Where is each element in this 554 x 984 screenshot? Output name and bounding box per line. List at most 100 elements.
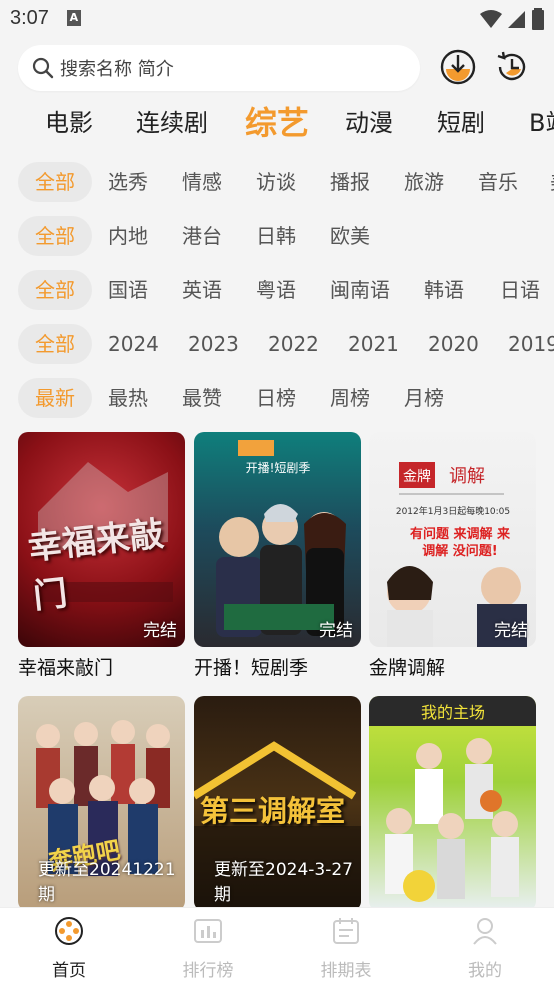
nav-label: 排行榜 — [182, 961, 234, 981]
status-badge: 完结 — [143, 621, 177, 641]
filter-type-all[interactable]: 全部 — [18, 162, 92, 202]
svg-text:调解: 调解 — [449, 466, 485, 487]
filter-year-2024[interactable]: 2024 — [108, 324, 159, 364]
sort-most-liked[interactable]: 最赞 — [182, 378, 222, 418]
status-time: 3:07 — [10, 6, 49, 29]
status-badge: 完结 — [494, 621, 528, 641]
card-title[interactable]: 幸福来敲门 — [18, 653, 185, 680]
status-badge: 完结 — [319, 621, 353, 641]
filter-year-2021[interactable]: 2021 — [348, 324, 399, 364]
filter-lang-japanese[interactable]: 日语 — [500, 270, 540, 310]
tab-anime[interactable]: 动漫 — [345, 95, 393, 151]
filter-year-2019[interactable]: 2019 — [508, 324, 554, 364]
tab-movie[interactable]: 电影 — [45, 95, 93, 151]
svg-text:2012年1月3日起每晚10:05: 2012年1月3日起每晚10:05 — [396, 505, 510, 517]
sort-hottest[interactable]: 最热 — [108, 378, 148, 418]
category-tabs: 电影 连续剧 综艺 动漫 短剧 B站 — [0, 95, 554, 151]
show-card[interactable]: 幸福来敲门 完结 幸福来敲门 — [18, 432, 185, 680]
nav-label: 首页 — [52, 961, 86, 981]
nav-home[interactable]: 首页 — [19, 916, 119, 981]
filter-region-mainland[interactable]: 内地 — [108, 216, 148, 256]
poster[interactable]: 开播!短剧季 完结 — [194, 432, 361, 647]
poster[interactable]: 奔跑吧 更新至20241221期 — [18, 696, 185, 911]
poster-subtitle: 有问题 来调解 来调解 没问题! — [409, 527, 511, 559]
wifi-icon — [480, 10, 502, 28]
show-card[interactable]: 奔跑吧 更新至20241221期 — [18, 696, 185, 917]
tab-short-drama[interactable]: 短剧 — [437, 95, 485, 151]
poster-title-art: 幸福来敲门 — [26, 514, 166, 617]
signal-icon — [508, 11, 525, 28]
sort-daily[interactable]: 日榜 — [256, 378, 296, 418]
poster[interactable]: 第三调解室 更新至2024-3-27期 — [194, 696, 361, 911]
show-card[interactable]: 我的主场 — [369, 696, 536, 917]
filter-year-2020[interactable]: 2020 — [428, 324, 479, 364]
filter-lang-mandarin[interactable]: 国语 — [108, 270, 148, 310]
search-input[interactable]: 搜索名称 简介 — [18, 45, 420, 91]
filter-lang-korean[interactable]: 韩语 — [424, 270, 464, 310]
profile-icon — [473, 918, 497, 945]
tab-series[interactable]: 连续剧 — [136, 95, 208, 151]
filter-lang-minnan[interactable]: 闽南语 — [330, 270, 390, 310]
bottom-nav: 首页 排行榜 排期表 我的 — [0, 907, 554, 984]
show-card[interactable]: 开播!短剧季 完结 开播！短剧季 — [194, 432, 361, 680]
filter-region-jpkr[interactable]: 日韩 — [256, 216, 296, 256]
status-bar: 3:07 A — [0, 0, 554, 36]
filter-region-hktw[interactable]: 港台 — [182, 216, 222, 256]
filter-type-music[interactable]: 音乐 — [478, 162, 518, 202]
tab-variety[interactable]: 综艺 — [245, 95, 309, 151]
card-title[interactable]: 金牌调解 — [369, 653, 536, 680]
nav-ranking[interactable]: 排行榜 — [158, 916, 258, 981]
filter-region-west[interactable]: 欧美 — [330, 216, 370, 256]
filter-row-region: 全部 内地 港台 日韩 欧美 — [0, 216, 554, 260]
sort-latest[interactable]: 最新 — [18, 378, 92, 418]
filter-type-talent[interactable]: 选秀 — [108, 162, 148, 202]
filter-row-type: 全部 选秀 情感 访谈 播报 旅游 音乐 美 — [0, 162, 554, 206]
svg-text:我的主场: 我的主场 — [421, 703, 485, 722]
status-badge: 更新至20241221期 — [38, 860, 176, 905]
nav-schedule[interactable]: 排期表 — [296, 916, 396, 981]
poster-title-art: 第三调解室 — [200, 794, 346, 828]
filter-row-year: 全部 2024 2023 2022 2021 2020 2019 — [0, 324, 554, 368]
poster[interactable]: 金牌 调解 2012年1月3日起每晚10:05 有问题 来调解 来调解 没问题!… — [369, 432, 536, 647]
download-icon[interactable] — [440, 49, 476, 85]
filter-row-language: 全部 国语 英语 粤语 闽南语 韩语 日语 — [0, 270, 554, 314]
filter-year-2023[interactable]: 2023 — [188, 324, 239, 364]
filter-year-2022[interactable]: 2022 — [268, 324, 319, 364]
history-icon[interactable] — [494, 49, 530, 85]
show-card[interactable]: 第三调解室 更新至2024-3-27期 — [194, 696, 361, 917]
sort-weekly[interactable]: 周榜 — [330, 378, 370, 418]
status-badge: 更新至2024-3-27期 — [214, 860, 353, 905]
tab-bilibili[interactable]: B站 — [529, 95, 554, 151]
sort-monthly[interactable]: 月榜 — [404, 378, 444, 418]
poster[interactable]: 我的主场 — [369, 696, 536, 911]
notification-icon: A — [66, 10, 81, 26]
nav-label: 我的 — [468, 961, 502, 981]
search-placeholder: 搜索名称 简介 — [60, 59, 174, 80]
filter-lang-english[interactable]: 英语 — [182, 270, 222, 310]
filter-type-news[interactable]: 播报 — [330, 162, 370, 202]
svg-text:金牌: 金牌 — [403, 468, 431, 485]
filter-row-sort: 最新 最热 最赞 日榜 周榜 月榜 — [0, 378, 554, 422]
filter-year-all[interactable]: 全部 — [18, 324, 92, 364]
poster-art: 开播!短剧季 — [216, 440, 346, 637]
filter-type-food[interactable]: 美 — [550, 162, 554, 202]
poster[interactable]: 幸福来敲门 完结 — [18, 432, 185, 647]
svg-text:开播!短剧季: 开播!短剧季 — [246, 461, 311, 475]
show-card[interactable]: 金牌 调解 2012年1月3日起每晚10:05 有问题 来调解 来调解 没问题!… — [369, 432, 536, 680]
filter-type-travel[interactable]: 旅游 — [404, 162, 444, 202]
ranking-icon — [194, 919, 222, 943]
filter-type-talk[interactable]: 访谈 — [256, 162, 296, 202]
search-icon — [32, 57, 54, 79]
filter-region-all[interactable]: 全部 — [18, 216, 92, 256]
filter-type-romance[interactable]: 情感 — [182, 162, 222, 202]
status-icons — [480, 8, 544, 30]
filter-lang-cantonese[interactable]: 粤语 — [256, 270, 296, 310]
nav-profile[interactable]: 我的 — [435, 916, 535, 981]
filter-lang-all[interactable]: 全部 — [18, 270, 92, 310]
calendar-icon — [333, 918, 359, 944]
battery-icon — [532, 8, 544, 30]
card-title[interactable]: 开播！短剧季 — [194, 653, 361, 680]
nav-label: 排期表 — [320, 961, 372, 981]
poster-art: 我的主场 — [369, 696, 536, 902]
home-film-icon — [55, 917, 83, 945]
